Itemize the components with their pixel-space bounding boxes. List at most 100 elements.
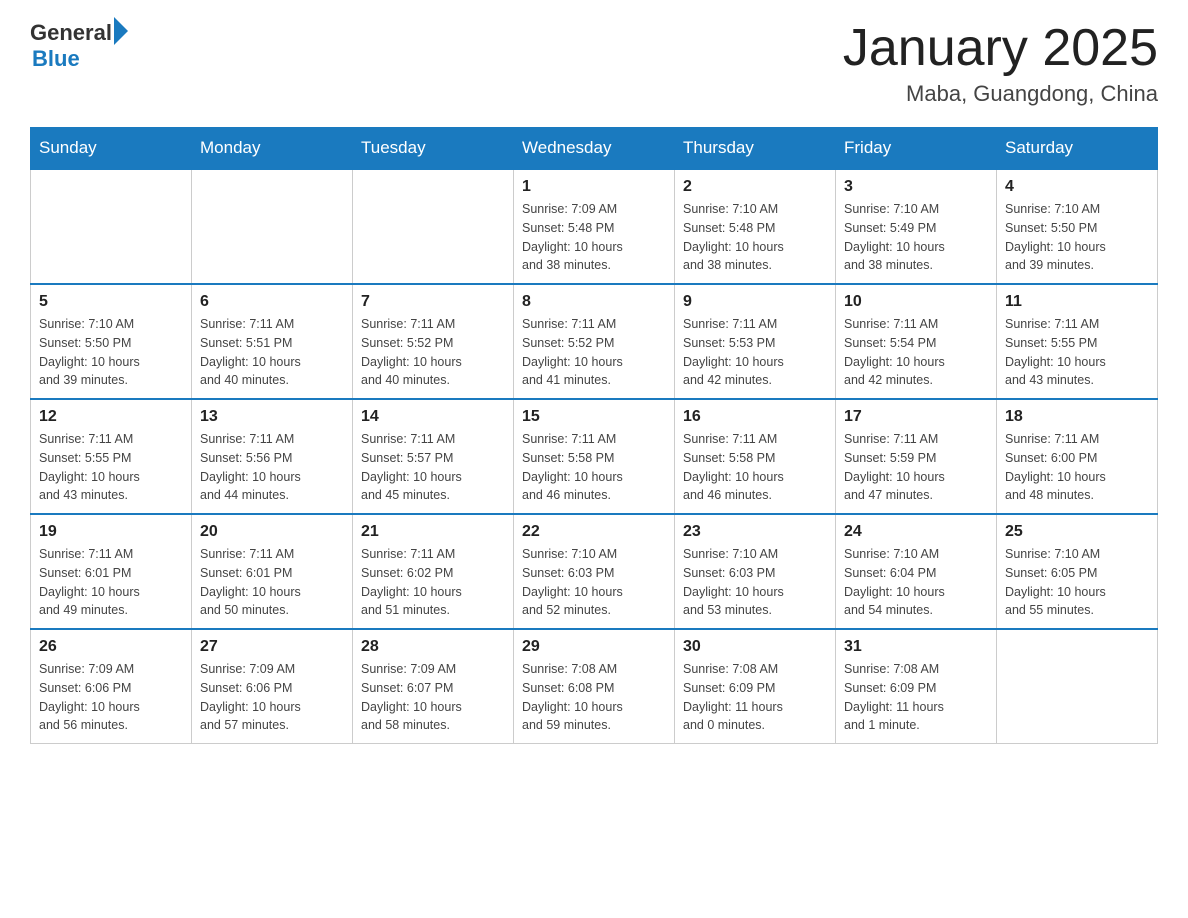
day-info: Sunrise: 7:10 AM Sunset: 5:50 PM Dayligh… — [39, 315, 183, 390]
day-info: Sunrise: 7:11 AM Sunset: 5:57 PM Dayligh… — [361, 430, 505, 505]
day-number: 28 — [361, 638, 505, 656]
day-info: Sunrise: 7:10 AM Sunset: 6:04 PM Dayligh… — [844, 545, 988, 620]
day-info: Sunrise: 7:08 AM Sunset: 6:08 PM Dayligh… — [522, 660, 666, 735]
calendar-cell: 10 Sunrise: 7:11 AM Sunset: 5:54 PM Dayli… — [836, 284, 997, 399]
day-info: Sunrise: 7:09 AM Sunset: 6:07 PM Dayligh… — [361, 660, 505, 735]
day-number: 22 — [522, 523, 666, 541]
calendar-cell: 27Sunrise: 7:09 AM Sunset: 6:06 PM Dayli… — [192, 629, 353, 744]
column-header-monday: Monday — [192, 128, 353, 170]
calendar-cell: 15Sunrise: 7:11 AM Sunset: 5:58 PM Dayli… — [514, 399, 675, 514]
day-info: Sunrise: 7:11 AM Sunset: 6:01 PM Dayligh… — [200, 545, 344, 620]
column-header-wednesday: Wednesday — [514, 128, 675, 170]
day-info: Sunrise: 7:11 AM Sunset: 5:53 PM Dayligh… — [683, 315, 827, 390]
calendar-cell: 1 Sunrise: 7:09 AM Sunset: 5:48 PM Daylig… — [514, 169, 675, 284]
day-number: 24 — [844, 523, 988, 541]
calendar-cell: 23Sunrise: 7:10 AM Sunset: 6:03 PM Dayli… — [675, 514, 836, 629]
day-number: 21 — [361, 523, 505, 541]
calendar-cell: 20 Sunrise: 7:11 AM Sunset: 6:01 PM Dayli… — [192, 514, 353, 629]
day-info: Sunrise: 7:10 AM Sunset: 6:03 PM Dayligh… — [683, 545, 827, 620]
day-info: Sunrise: 7:11 AM Sunset: 5:55 PM Dayligh… — [39, 430, 183, 505]
day-info: Sunrise: 7:10 AM Sunset: 5:49 PM Dayligh… — [844, 200, 988, 275]
calendar-cell: 25 Sunrise: 7:10 AM Sunset: 6:05 PM Dayli… — [997, 514, 1158, 629]
day-number: 8 — [522, 293, 666, 311]
day-info: Sunrise: 7:11 AM Sunset: 5:55 PM Dayligh… — [1005, 315, 1149, 390]
calendar-table: SundayMondayTuesdayWednesdayThursdayFrid… — [30, 127, 1158, 744]
calendar-cell: 31Sunrise: 7:08 AM Sunset: 6:09 PM Dayli… — [836, 629, 997, 744]
day-number: 6 — [200, 293, 344, 311]
logo-text-general: General — [30, 20, 112, 46]
calendar-cell: 6 Sunrise: 7:11 AM Sunset: 5:51 PM Daylig… — [192, 284, 353, 399]
column-header-sunday: Sunday — [31, 128, 192, 170]
day-number: 13 — [200, 408, 344, 426]
day-info: Sunrise: 7:10 AM Sunset: 6:05 PM Dayligh… — [1005, 545, 1149, 620]
calendar-cell: 18Sunrise: 7:11 AM Sunset: 6:00 PM Dayli… — [997, 399, 1158, 514]
day-info: Sunrise: 7:08 AM Sunset: 6:09 PM Dayligh… — [844, 660, 988, 735]
day-info: Sunrise: 7:11 AM Sunset: 5:51 PM Dayligh… — [200, 315, 344, 390]
day-number: 16 — [683, 408, 827, 426]
title-block: January 2025 Maba, Guangdong, China — [843, 20, 1158, 107]
day-number: 19 — [39, 523, 183, 541]
day-info: Sunrise: 7:11 AM Sunset: 5:58 PM Dayligh… — [522, 430, 666, 505]
week-row-2: 5 Sunrise: 7:10 AM Sunset: 5:50 PM Daylig… — [31, 284, 1158, 399]
day-number: 9 — [683, 293, 827, 311]
day-number: 12 — [39, 408, 183, 426]
day-number: 30 — [683, 638, 827, 656]
day-number: 5 — [39, 293, 183, 311]
calendar-cell: 9 Sunrise: 7:11 AM Sunset: 5:53 PM Daylig… — [675, 284, 836, 399]
day-info: Sunrise: 7:11 AM Sunset: 6:01 PM Dayligh… — [39, 545, 183, 620]
calendar-cell: 21 Sunrise: 7:11 AM Sunset: 6:02 PM Dayli… — [353, 514, 514, 629]
day-number: 27 — [200, 638, 344, 656]
calendar-cell: 16 Sunrise: 7:11 AM Sunset: 5:58 PM Dayli… — [675, 399, 836, 514]
day-number: 29 — [522, 638, 666, 656]
calendar-cell: 17 Sunrise: 7:11 AM Sunset: 5:59 PM Dayli… — [836, 399, 997, 514]
day-info: Sunrise: 7:11 AM Sunset: 5:52 PM Dayligh… — [361, 315, 505, 390]
day-info: Sunrise: 7:09 AM Sunset: 6:06 PM Dayligh… — [39, 660, 183, 735]
calendar-cell — [353, 169, 514, 284]
calendar-cell — [31, 169, 192, 284]
day-number: 10 — [844, 293, 988, 311]
column-header-thursday: Thursday — [675, 128, 836, 170]
day-info: Sunrise: 7:11 AM Sunset: 5:56 PM Dayligh… — [200, 430, 344, 505]
calendar-cell: 26 Sunrise: 7:09 AM Sunset: 6:06 PM Dayli… — [31, 629, 192, 744]
logo: General Blue — [30, 20, 128, 72]
column-header-tuesday: Tuesday — [353, 128, 514, 170]
day-info: Sunrise: 7:11 AM Sunset: 5:58 PM Dayligh… — [683, 430, 827, 505]
calendar-cell: 3Sunrise: 7:10 AM Sunset: 5:49 PM Daylig… — [836, 169, 997, 284]
week-row-5: 26 Sunrise: 7:09 AM Sunset: 6:06 PM Dayli… — [31, 629, 1158, 744]
month-title: January 2025 — [843, 20, 1158, 77]
day-info: Sunrise: 7:11 AM Sunset: 6:02 PM Dayligh… — [361, 545, 505, 620]
column-header-friday: Friday — [836, 128, 997, 170]
calendar-cell: 8Sunrise: 7:11 AM Sunset: 5:52 PM Daylig… — [514, 284, 675, 399]
day-number: 18 — [1005, 408, 1149, 426]
week-row-1: 1 Sunrise: 7:09 AM Sunset: 5:48 PM Daylig… — [31, 169, 1158, 284]
day-number: 2 — [683, 178, 827, 196]
day-number: 1 — [522, 178, 666, 196]
calendar-cell: 29 Sunrise: 7:08 AM Sunset: 6:08 PM Dayli… — [514, 629, 675, 744]
page-header: General Blue January 2025 Maba, Guangdon… — [30, 20, 1158, 107]
day-info: Sunrise: 7:10 AM Sunset: 5:48 PM Dayligh… — [683, 200, 827, 275]
day-info: Sunrise: 7:09 AM Sunset: 5:48 PM Dayligh… — [522, 200, 666, 275]
day-info: Sunrise: 7:08 AM Sunset: 6:09 PM Dayligh… — [683, 660, 827, 735]
day-number: 14 — [361, 408, 505, 426]
day-number: 7 — [361, 293, 505, 311]
day-number: 25 — [1005, 523, 1149, 541]
column-header-saturday: Saturday — [997, 128, 1158, 170]
calendar-cell: 2 Sunrise: 7:10 AM Sunset: 5:48 PM Daylig… — [675, 169, 836, 284]
day-info: Sunrise: 7:11 AM Sunset: 5:59 PM Dayligh… — [844, 430, 988, 505]
calendar-cell: 11 Sunrise: 7:11 AM Sunset: 5:55 PM Dayli… — [997, 284, 1158, 399]
calendar-cell: 12 Sunrise: 7:11 AM Sunset: 5:55 PM Dayli… — [31, 399, 192, 514]
day-number: 17 — [844, 408, 988, 426]
calendar-cell: 24 Sunrise: 7:10 AM Sunset: 6:04 PM Dayli… — [836, 514, 997, 629]
day-number: 26 — [39, 638, 183, 656]
logo-text-blue: Blue — [32, 46, 80, 72]
calendar-cell: 19 Sunrise: 7:11 AM Sunset: 6:01 PM Dayli… — [31, 514, 192, 629]
logo-triangle-icon — [114, 17, 128, 45]
day-number: 20 — [200, 523, 344, 541]
calendar-cell — [997, 629, 1158, 744]
day-info: Sunrise: 7:11 AM Sunset: 5:54 PM Dayligh… — [844, 315, 988, 390]
calendar-cell: 4Sunrise: 7:10 AM Sunset: 5:50 PM Daylig… — [997, 169, 1158, 284]
calendar-header-row: SundayMondayTuesdayWednesdayThursdayFrid… — [31, 128, 1158, 170]
calendar-cell: 28 Sunrise: 7:09 AM Sunset: 6:07 PM Dayli… — [353, 629, 514, 744]
day-number: 11 — [1005, 293, 1149, 311]
day-number: 4 — [1005, 178, 1149, 196]
